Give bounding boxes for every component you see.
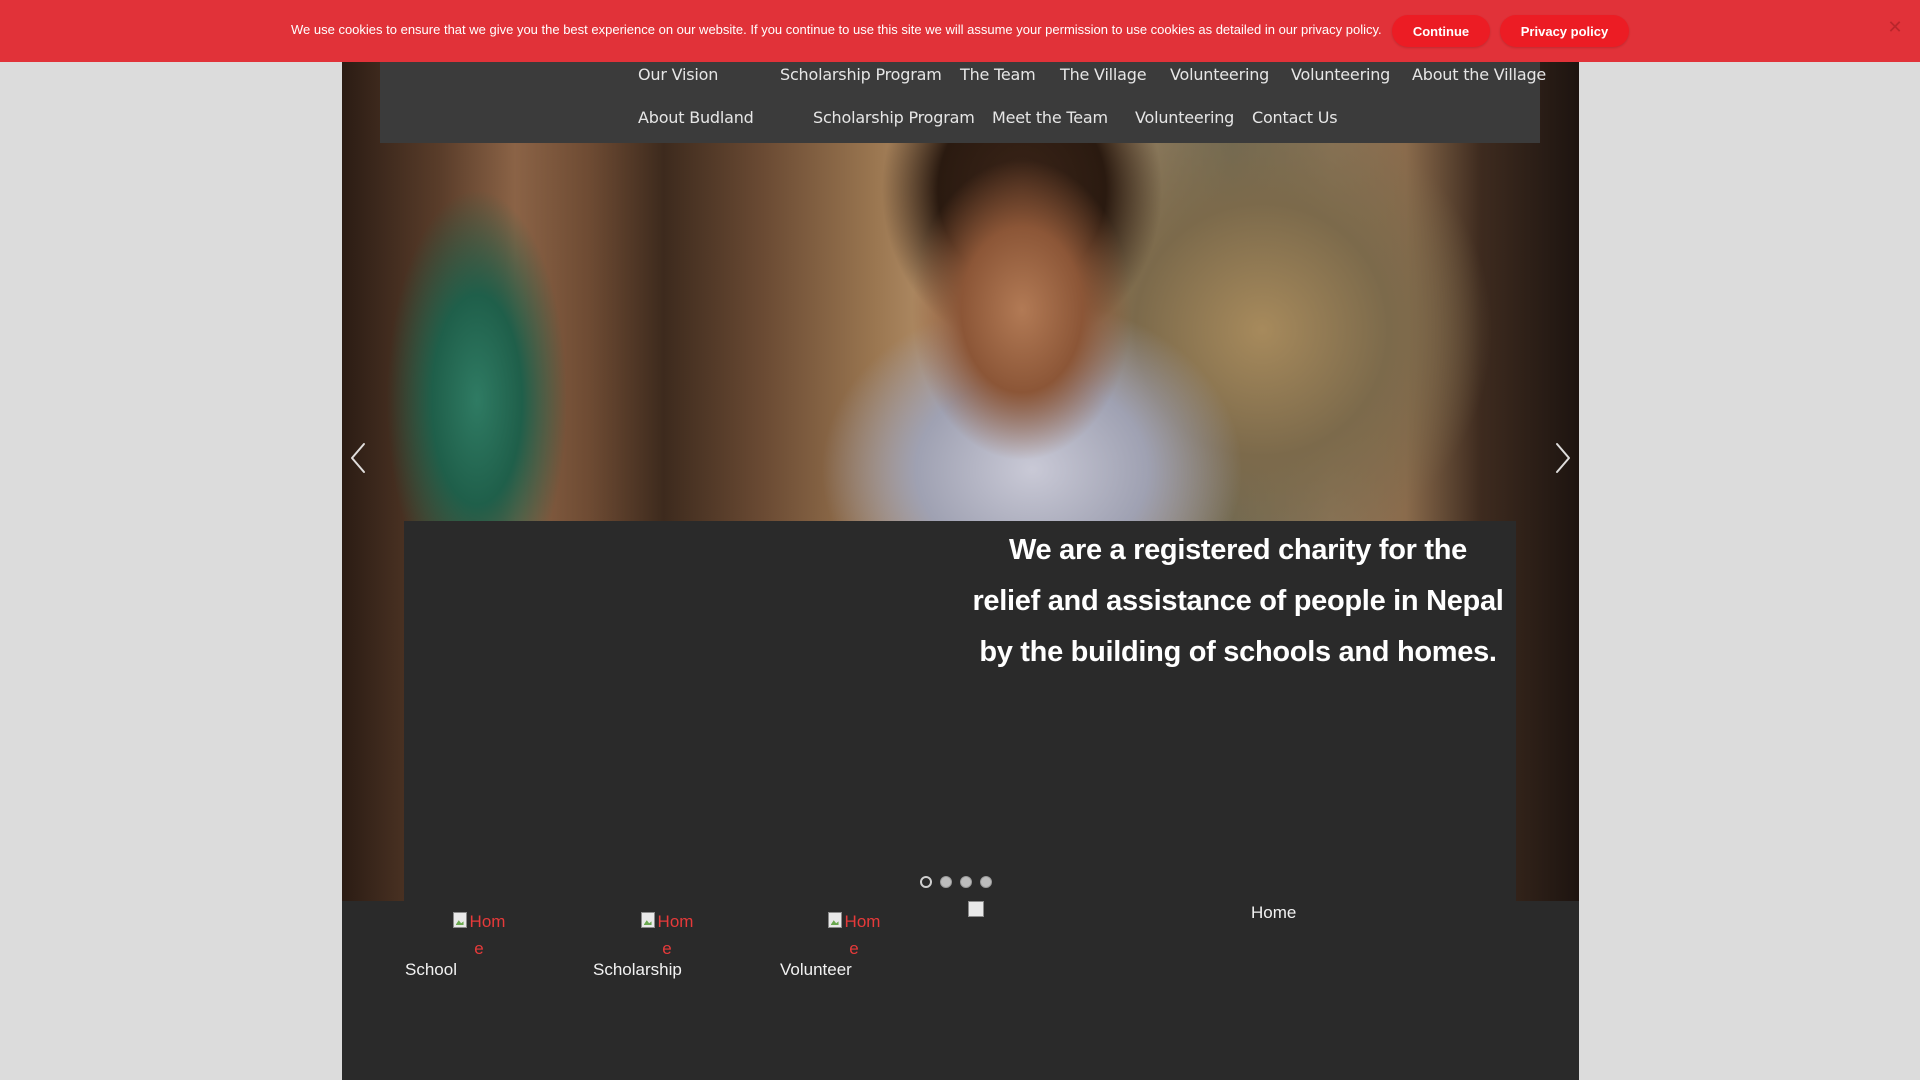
slider-dot-2[interactable] — [940, 876, 952, 888]
hero-caption-panel: We are a registered charity for the reli… — [404, 521, 1516, 901]
cookie-message: We use cookies to ensure that we give yo… — [291, 22, 1382, 37]
home-link[interactable]: Home — [1251, 903, 1296, 923]
slider-dot-1[interactable] — [920, 876, 932, 888]
nav-item-the-village[interactable]: The Village — [1060, 62, 1147, 88]
broken-image-icon — [452, 912, 467, 928]
nav-item-the-team[interactable]: The Team — [960, 62, 1036, 88]
broken-image-icon — [827, 912, 842, 928]
scholarship-image-link[interactable]: Home — [637, 908, 697, 962]
school-image-link[interactable]: Home — [449, 908, 509, 962]
school-image-alt: Home — [469, 912, 506, 958]
nav-item-volunteering[interactable]: Volunteering — [1170, 62, 1269, 88]
slider-dot-4[interactable] — [980, 876, 992, 888]
slider-pagination — [920, 876, 992, 888]
cookie-consent-bar: We use cookies to ensure that we give yo… — [0, 0, 1920, 62]
chevron-left-icon[interactable] — [346, 440, 370, 476]
nav-item-volunteering-3[interactable]: Volunteering — [1135, 105, 1234, 131]
tagline-line-1: We are a registered charity for the — [1009, 534, 1467, 566]
nav-item-scholarship-program-2[interactable]: Scholarship Program — [813, 105, 975, 131]
continue-button[interactable]: Continue — [1392, 15, 1490, 47]
nav-item-volunteering-2[interactable]: Volunteering — [1291, 62, 1390, 88]
main-navigation: Our Vision Scholarship Program The Team … — [380, 62, 1546, 143]
chevron-right-icon[interactable] — [1551, 440, 1575, 476]
tagline-line-2: relief and assistance of people in Nepal — [972, 585, 1504, 617]
volunteer-image-link[interactable]: Home — [824, 908, 884, 962]
broken-image-icon — [640, 912, 655, 928]
tagline-line-3: by the building of schools and homes. — [979, 636, 1497, 668]
nav-item-contact-us[interactable]: Contact Us — [1252, 105, 1338, 131]
broken-image-icon — [968, 901, 984, 917]
page-container: Our Vision Scholarship Program The Team … — [342, 0, 1579, 1080]
slider-dot-3[interactable] — [960, 876, 972, 888]
scholarship-label[interactable]: Scholarship — [593, 960, 682, 980]
volunteer-label[interactable]: Volunteer — [780, 960, 852, 980]
nav-item-about-budland[interactable]: About Budland — [638, 105, 754, 131]
school-label[interactable]: School — [405, 960, 457, 980]
privacy-policy-button[interactable]: Privacy policy — [1500, 15, 1629, 47]
nav-item-scholarship-program[interactable]: Scholarship Program — [780, 62, 942, 88]
scholarship-image-alt: Home — [657, 912, 694, 958]
hero-tagline: We are a registered charity for the reli… — [960, 525, 1516, 678]
nav-item-our-vision[interactable]: Our Vision — [638, 62, 718, 88]
nav-item-meet-the-team[interactable]: Meet the Team — [992, 105, 1108, 131]
volunteer-image-alt: Home — [844, 912, 881, 958]
nav-item-about-the-village[interactable]: About the Village — [1412, 62, 1546, 88]
close-icon[interactable]: ✕ — [1886, 19, 1904, 37]
